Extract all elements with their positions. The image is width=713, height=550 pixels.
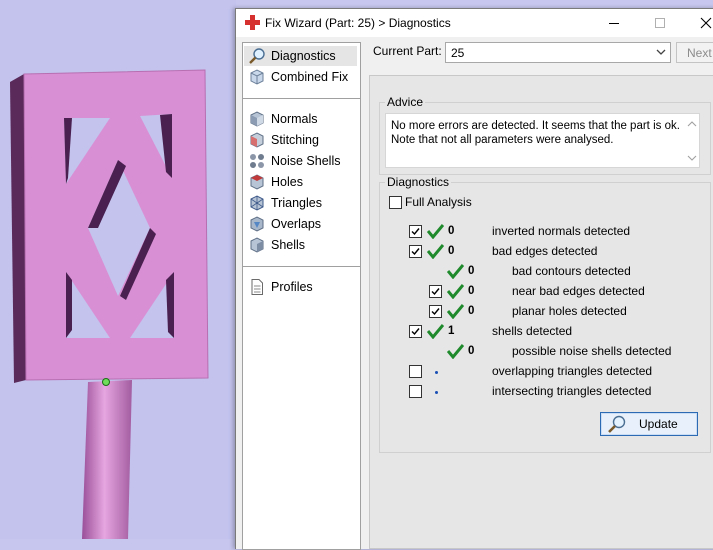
magnifier-icon (249, 48, 265, 64)
green-check-icon (427, 244, 444, 259)
diag-checkbox-bad-edges[interactable] (409, 245, 422, 258)
nav-item-label: Profiles (271, 280, 313, 294)
document-icon (251, 279, 263, 295)
advice-textbox: No more errors are detected. It seems th… (385, 113, 700, 168)
overlaps-cube-icon (250, 216, 264, 232)
diag-count: 1 (448, 325, 455, 337)
diag-count: 0 (468, 265, 475, 277)
advice-group-title: Advice (385, 95, 426, 109)
update-button[interactable]: Update (600, 412, 698, 436)
nav-item-label: Combined Fix (271, 70, 349, 84)
nav-item-label: Holes (271, 175, 303, 189)
diag-label: intersecting triangles detected (492, 384, 652, 398)
green-check-icon (447, 264, 464, 279)
checkmark-icon (411, 328, 420, 336)
diag-checkbox-overlapping-triangles[interactable] (409, 365, 422, 378)
stitching-cube-icon (250, 132, 264, 148)
chevron-down-icon (656, 49, 666, 55)
nav-item-holes[interactable]: Holes (244, 172, 357, 192)
nav-item-profiles[interactable]: Profiles (244, 277, 357, 297)
nav-item-label: Triangles (271, 196, 322, 210)
diag-label: possible noise shells detected (512, 344, 672, 358)
nav-item-label: Shells (271, 238, 306, 252)
checkmark-icon (411, 228, 420, 236)
magnifier-icon (608, 415, 626, 433)
3d-viewport[interactable] (0, 0, 236, 539)
diag-count: 0 (468, 345, 475, 357)
nav-divider (243, 266, 360, 267)
nav-item-label: Stitching (271, 133, 319, 147)
nav-item-triangles[interactable]: Triangles (244, 193, 357, 213)
nav-item-label: Normals (271, 112, 318, 126)
full-analysis-label: Full Analysis (405, 195, 472, 209)
triangles-cube-icon (250, 195, 264, 211)
advice-text: No more errors are detected. It seems th… (391, 120, 680, 146)
nav-item-label: Diagnostics (271, 49, 336, 63)
normals-cube-icon (250, 111, 264, 127)
diagnostics-group-title: Diagnostics (385, 175, 452, 189)
green-check-icon (447, 304, 464, 319)
green-check-icon (427, 224, 444, 239)
part-model-render (10, 69, 209, 539)
diag-checkbox-inverted-normals[interactable] (409, 225, 422, 238)
pending-dot-icon (435, 371, 438, 374)
window-title: Fix Wizard (Part: 25) > Diagnostics (265, 16, 451, 30)
nav-item-diagnostics[interactable]: Diagnostics (244, 46, 357, 66)
nav-item-normals[interactable]: Normals (244, 109, 357, 129)
diag-label: bad contours detected (512, 264, 631, 278)
update-button-label: Update (639, 417, 678, 431)
diag-label: near bad edges detected (512, 284, 645, 298)
checkmark-icon (431, 308, 440, 316)
diag-count: 0 (448, 225, 455, 237)
diag-count: 0 (468, 305, 475, 317)
nav-divider (243, 98, 360, 99)
diag-label: bad edges detected (492, 244, 598, 258)
holes-cube-icon (250, 174, 264, 190)
diag-count: 0 (448, 245, 455, 257)
noise-shells-icon (250, 154, 264, 168)
fix-wizard-dialog: Fix Wizard (Part: 25) > Diagnostics Diag… (235, 8, 713, 550)
diag-checkbox-shells[interactable] (409, 325, 422, 338)
red-cross-icon (245, 15, 260, 30)
green-check-icon (427, 324, 444, 339)
cube-fix-icon (250, 69, 264, 85)
diag-label: overlapping triangles detected (492, 364, 653, 378)
diag-checkbox-planar-holes[interactable] (429, 305, 442, 318)
next-button[interactable]: Next (676, 42, 713, 63)
diag-label: planar holes detected (512, 304, 627, 318)
nav-item-overlaps[interactable]: Overlaps (244, 214, 357, 234)
pending-dot-icon (435, 391, 438, 394)
minimize-icon[interactable] (604, 13, 624, 33)
nav-item-stitching[interactable]: Stitching (244, 130, 357, 150)
diag-count: 0 (468, 285, 475, 297)
checkmark-icon (431, 288, 440, 296)
nav-item-combined-fix[interactable]: Combined Fix (244, 67, 357, 87)
title-bar[interactable]: Fix Wizard (Part: 25) > Diagnostics (236, 9, 713, 37)
diag-checkbox-intersecting-triangles[interactable] (409, 385, 422, 398)
close-icon[interactable] (696, 13, 713, 33)
green-check-icon (447, 284, 464, 299)
shells-cube-icon (250, 237, 264, 253)
diag-label: shells detected (492, 324, 573, 338)
green-check-icon (447, 344, 464, 359)
full-analysis-checkbox[interactable] (389, 196, 402, 209)
wizard-nav-panel: Diagnostics Combined Fix Normals Stitchi… (242, 42, 361, 550)
nav-item-noise-shells[interactable]: Noise Shells (244, 151, 357, 171)
nav-item-label: Noise Shells (271, 154, 341, 168)
nav-item-label: Overlaps (271, 217, 322, 231)
nav-item-shells[interactable]: Shells (244, 235, 357, 255)
checkmark-icon (411, 248, 420, 256)
advice-scrollbar[interactable] (685, 114, 699, 167)
maximize-icon[interactable] (650, 13, 670, 33)
current-part-label: Current Part: (373, 44, 442, 58)
diag-label: inverted normals detected (492, 224, 631, 238)
current-part-value: 25 (451, 46, 465, 60)
diag-checkbox-near-bad-edges[interactable] (429, 285, 442, 298)
current-part-select[interactable]: 25 (445, 42, 671, 63)
